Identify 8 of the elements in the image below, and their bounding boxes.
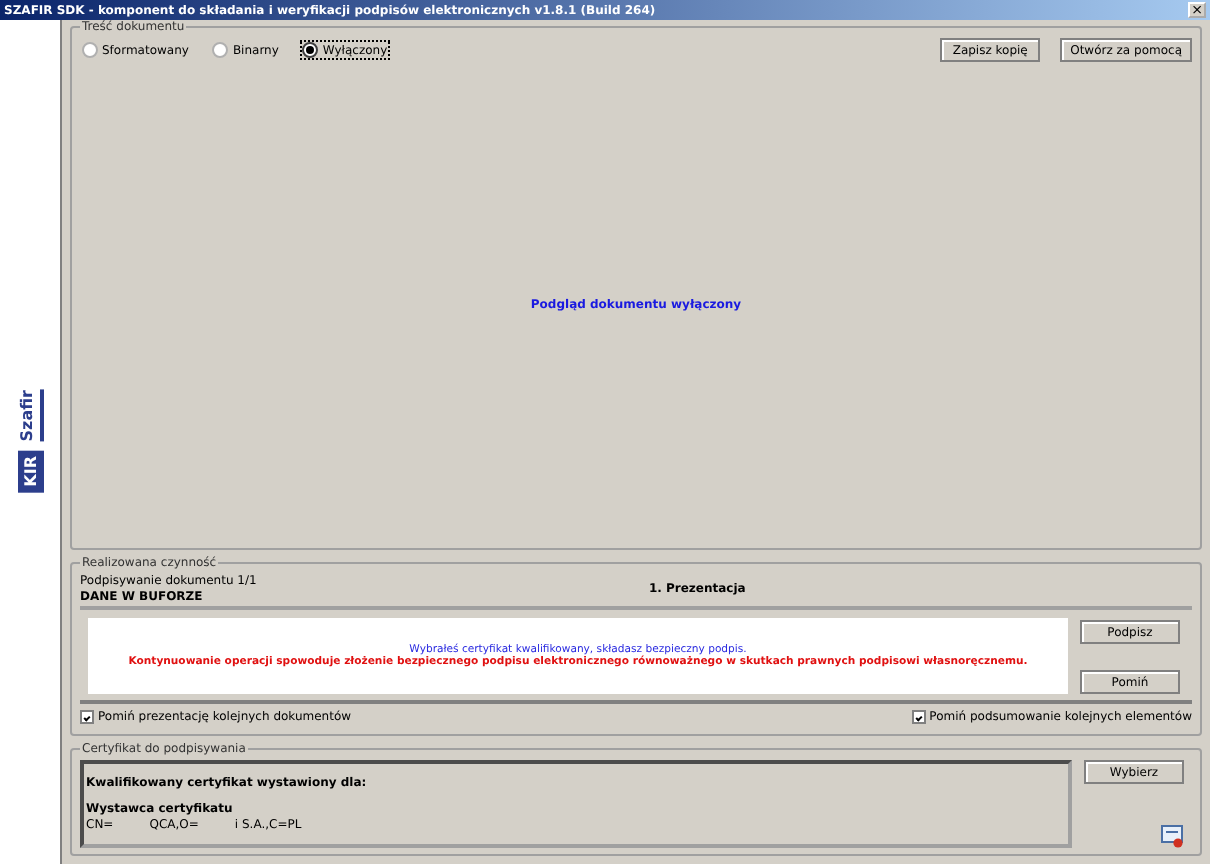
radio-dot[interactable] xyxy=(302,42,319,58)
certificate-icon[interactable] xyxy=(1160,824,1184,848)
radio-dot[interactable] xyxy=(82,42,98,58)
brand-text: Szafir xyxy=(17,390,43,443)
logo: KIR xyxy=(17,450,43,494)
checkbox[interactable] xyxy=(80,710,94,724)
checkbox[interactable] xyxy=(911,710,926,724)
radio-dot[interactable] xyxy=(212,42,229,58)
